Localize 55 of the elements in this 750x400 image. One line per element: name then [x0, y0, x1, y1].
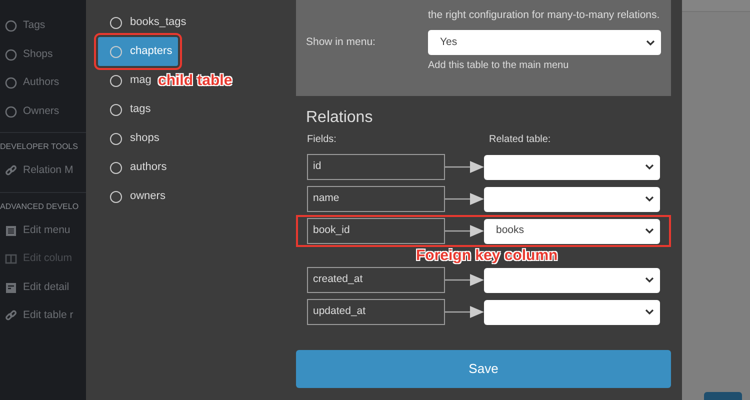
table-option[interactable]: books_tags [98, 8, 192, 37]
field-input[interactable]: id [307, 154, 445, 180]
arrow-icon [445, 274, 484, 286]
circle-icon [5, 48, 17, 61]
link-icon [5, 165, 17, 178]
arrow-icon [445, 193, 484, 205]
section-title: Relations [306, 108, 374, 128]
circle-icon [5, 77, 17, 90]
field-input[interactable]: created_at [307, 267, 445, 293]
select-field[interactable]: Yes [428, 30, 661, 55]
column-label: Related table: [489, 133, 551, 147]
chevron-down-icon [645, 309, 654, 315]
related-table-select[interactable] [484, 186, 660, 212]
related-table-select[interactable] [484, 300, 660, 324]
chevron-down-icon [646, 40, 655, 46]
annotation-text: child table [158, 71, 232, 91]
table-option[interactable]: chapters [98, 37, 178, 66]
related-table-select[interactable] [484, 154, 660, 180]
arrow-icon [445, 306, 484, 318]
radio-icon [110, 46, 122, 58]
chevron-down-icon [645, 164, 654, 170]
arrow-icon [445, 161, 484, 173]
radio-icon [110, 132, 122, 144]
radio-icon [110, 190, 122, 202]
field-label: Show in menu: [306, 34, 376, 50]
table-option[interactable]: tags [98, 95, 157, 124]
column-label: Fields: [307, 133, 338, 147]
radio-icon [110, 16, 122, 28]
chevron-down-icon [645, 277, 654, 283]
link-icon [5, 310, 17, 322]
field-input[interactable]: name [307, 186, 445, 212]
columns-icon [5, 253, 17, 266]
circle-icon [5, 106, 17, 118]
description-text: the right configuration for many-to-many relations. [428, 8, 661, 23]
radio-icon [110, 74, 122, 86]
chevron-down-icon [645, 196, 654, 202]
document-icon [5, 282, 17, 294]
related-table-select[interactable]: books [484, 218, 660, 244]
field-input[interactable]: book_id [307, 218, 445, 244]
circle-icon [5, 20, 17, 32]
menu-icon [5, 224, 17, 237]
table-option[interactable]: shops [98, 124, 166, 153]
page-header-strip [682, 0, 750, 12]
annotation-text: Foreign key column [416, 247, 558, 264]
radio-icon [110, 104, 122, 116]
save-button[interactable]: Save [296, 350, 671, 388]
field-input[interactable]: updated_at [307, 299, 445, 325]
help-text: Add this table to the main menu [428, 59, 570, 73]
radio-icon [110, 162, 122, 174]
table-option[interactable]: authors [98, 153, 173, 182]
related-table-select[interactable] [484, 268, 660, 292]
chevron-down-icon [645, 228, 654, 234]
table-option[interactable]: mag [98, 66, 158, 95]
table-option[interactable]: owners [98, 182, 172, 211]
arrow-icon [445, 225, 484, 237]
